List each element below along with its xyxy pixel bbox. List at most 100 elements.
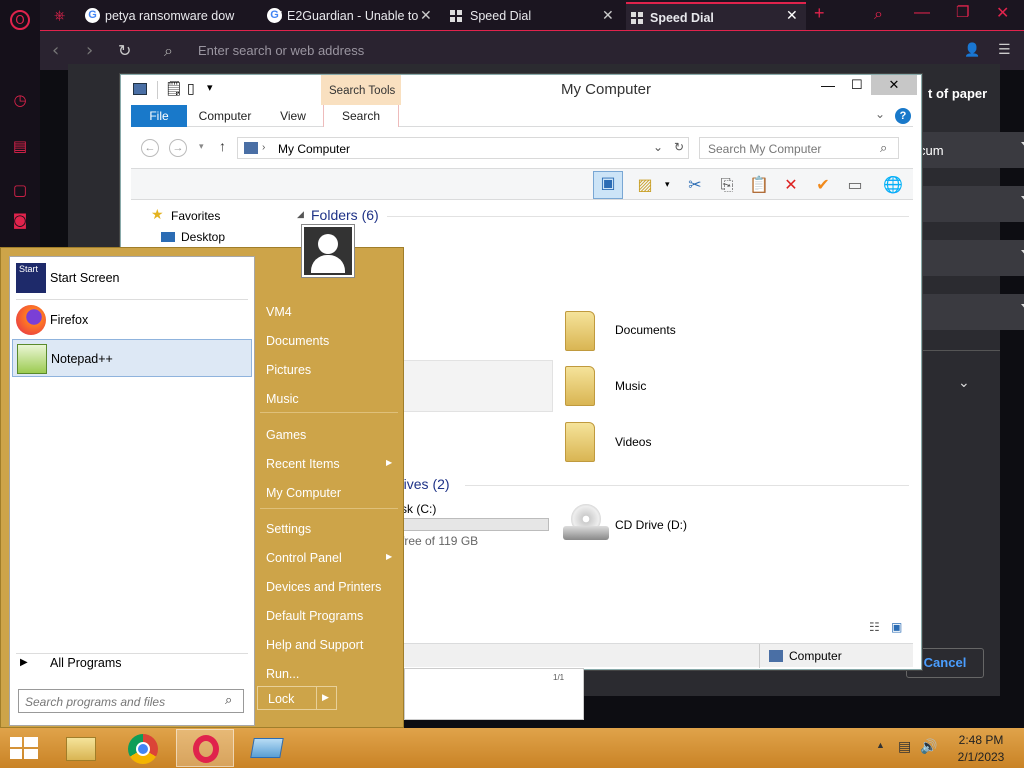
pinned-notepadpp[interactable]: Notepad++ (12, 339, 252, 377)
volume-icon[interactable]: 🔊 (920, 738, 937, 755)
start-search-input[interactable]: Search programs and files ⌕ (18, 689, 244, 713)
restore-icon[interactable]: ❐ (956, 3, 969, 21)
close-icon[interactable]: ✕ (996, 3, 1009, 23)
up-icon[interactable]: ↑ (219, 138, 226, 154)
start-place-run[interactable]: Run... (266, 667, 299, 681)
preview-pane-icon[interactable]: ▣ (593, 171, 623, 199)
cut-icon[interactable]: ✂ (683, 174, 707, 196)
folder-music[interactable]: Music (615, 379, 646, 393)
local-disk-label[interactable]: sk (C:) (401, 502, 436, 516)
tab-close-icon[interactable]: ✕ (602, 7, 614, 24)
sidebar-icon[interactable]: ◙ (10, 210, 30, 230)
forward-icon[interactable]: › (86, 40, 93, 61)
chevron-down-icon[interactable]: ▾ (665, 179, 670, 190)
opera-icon (193, 735, 219, 763)
qat-dropdown-icon[interactable]: ▾ (207, 81, 213, 94)
bag-icon[interactable]: ▤ (10, 136, 30, 156)
easy-setup-icon[interactable]: ☰ (998, 42, 1011, 58)
start-place-games[interactable]: Games (266, 428, 306, 442)
windows-start-button[interactable] (10, 737, 38, 759)
nav-favorites[interactable]: Favorites (171, 209, 220, 223)
start-place-control-panel[interactable]: Control Panel (266, 551, 342, 565)
tab-file[interactable]: File (131, 105, 187, 127)
folder-options-icon[interactable]: ▨ (633, 174, 657, 196)
folder-documents[interactable]: Documents (615, 323, 676, 337)
search-tabs-icon[interactable]: ⌕ (874, 4, 883, 24)
large-icons-view-icon[interactable]: ▣ (891, 620, 902, 634)
chevron-down-icon[interactable]: ⌄ (653, 140, 663, 154)
new-tab-icon[interactable]: + (814, 3, 825, 24)
start-place-recent-items[interactable]: Recent Items (266, 457, 340, 471)
maximize-icon[interactable]: ☐ (851, 77, 863, 93)
minimize-icon[interactable]: — (914, 4, 930, 22)
tab-3[interactable]: Speed Dial (445, 2, 625, 30)
refresh-icon[interactable]: ↻ (674, 140, 684, 154)
cd-drive-label[interactable]: CD Drive (D:) (615, 518, 687, 532)
address-field[interactable]: › My Computer ⌄ ↻ (237, 137, 689, 159)
forward-icon[interactable]: → (169, 139, 187, 157)
opera-taskbar[interactable] (176, 729, 234, 767)
star-icon: ★ (151, 206, 164, 222)
tab-close-icon[interactable]: ✕ (786, 7, 798, 24)
start-place-help-and-support[interactable]: Help and Support (266, 638, 363, 652)
reload-icon[interactable]: ↻ (118, 41, 131, 60)
start-place-default-programs[interactable]: Default Programs (266, 609, 363, 623)
all-programs[interactable]: All Programs (50, 656, 122, 670)
chevron-down-icon[interactable]: ⌄ (958, 374, 970, 391)
address-input[interactable]: Enter search or web address (198, 43, 364, 58)
start-place-my-computer[interactable]: My Computer (266, 486, 341, 500)
rename-icon[interactable]: ▭ (843, 174, 867, 196)
new-folder-icon[interactable]: ▯ (187, 81, 195, 97)
collapse-icon[interactable]: ◢ (297, 209, 304, 220)
folders-group-header[interactable]: Folders (6) (311, 207, 379, 223)
delete-icon[interactable]: ✕ (779, 174, 803, 196)
drives-group-header[interactable]: rives (2) (399, 476, 450, 492)
tab-2[interactable]: G E2Guardian - Unable to (262, 2, 442, 30)
file-explorer-taskbar[interactable] (52, 729, 110, 767)
chrome-taskbar[interactable] (114, 729, 172, 767)
pinned-start-screen[interactable]: Start Start Screen (12, 259, 252, 297)
recent-locations-icon[interactable]: ▾ (199, 141, 204, 152)
start-place-settings[interactable]: Settings (266, 522, 311, 536)
start-place-documents[interactable]: Documents (266, 334, 329, 348)
details-view-icon[interactable]: ☷ (869, 620, 880, 634)
network-icon[interactable]: ▤ (898, 738, 911, 755)
start-place-pictures[interactable]: Pictures (266, 363, 311, 377)
app-taskbar[interactable] (238, 729, 296, 767)
minimize-icon[interactable]: — (821, 77, 835, 93)
tab-4[interactable]: Speed Dial (626, 2, 806, 30)
twitch-icon[interactable]: ▢ (10, 180, 30, 200)
copy-icon[interactable]: ⎘ (715, 174, 739, 196)
lock-button[interactable]: Lock ▶ (257, 686, 337, 710)
search-field[interactable]: Search My Computer ⌕ (699, 137, 899, 159)
tab-close-icon[interactable]: ✕ (420, 7, 432, 24)
close-button[interactable]: ✕ (871, 75, 917, 95)
globe-icon[interactable]: 🌐 (881, 174, 905, 196)
properties-icon[interactable]: 🗒 (165, 81, 183, 97)
account-icon[interactable]: 👤 (964, 43, 980, 58)
divider (387, 216, 909, 217)
back-icon[interactable]: ← (141, 139, 159, 157)
opera-logo-icon[interactable]: O (10, 10, 30, 30)
tab-search[interactable]: Search (323, 105, 399, 127)
show-hidden-icons[interactable]: ▲ (876, 740, 885, 750)
start-place-devices-and-printers[interactable]: Devices and Printers (266, 580, 381, 594)
ribbon-expand-icon[interactable]: ⌄ (875, 107, 885, 121)
start-place-music[interactable]: Music (266, 392, 299, 406)
gamepad-icon[interactable]: ⎈ (54, 8, 65, 24)
tab-view[interactable]: View (263, 105, 323, 127)
check-icon[interactable]: ✔ (811, 174, 835, 196)
triangle-right-icon[interactable]: ▶ (322, 692, 329, 703)
clock[interactable]: 2:48 PM 2/1/2023 (956, 733, 1006, 764)
tab-1[interactable]: G petya ransomware dow (80, 2, 262, 30)
user-avatar[interactable] (301, 224, 355, 278)
speed-dial-sidebar-icon[interactable]: ◷ (10, 90, 30, 110)
tab-computer[interactable]: Computer (187, 105, 263, 127)
folder-videos[interactable]: Videos (615, 435, 651, 449)
help-icon[interactable]: ? (895, 108, 911, 124)
back-icon[interactable]: ‹ (52, 40, 59, 61)
pinned-firefox[interactable]: Firefox (12, 301, 252, 339)
start-place-vm4[interactable]: VM4 (266, 305, 292, 319)
nav-desktop[interactable]: Desktop (181, 230, 225, 244)
paste-icon[interactable]: 📋 (747, 174, 771, 196)
